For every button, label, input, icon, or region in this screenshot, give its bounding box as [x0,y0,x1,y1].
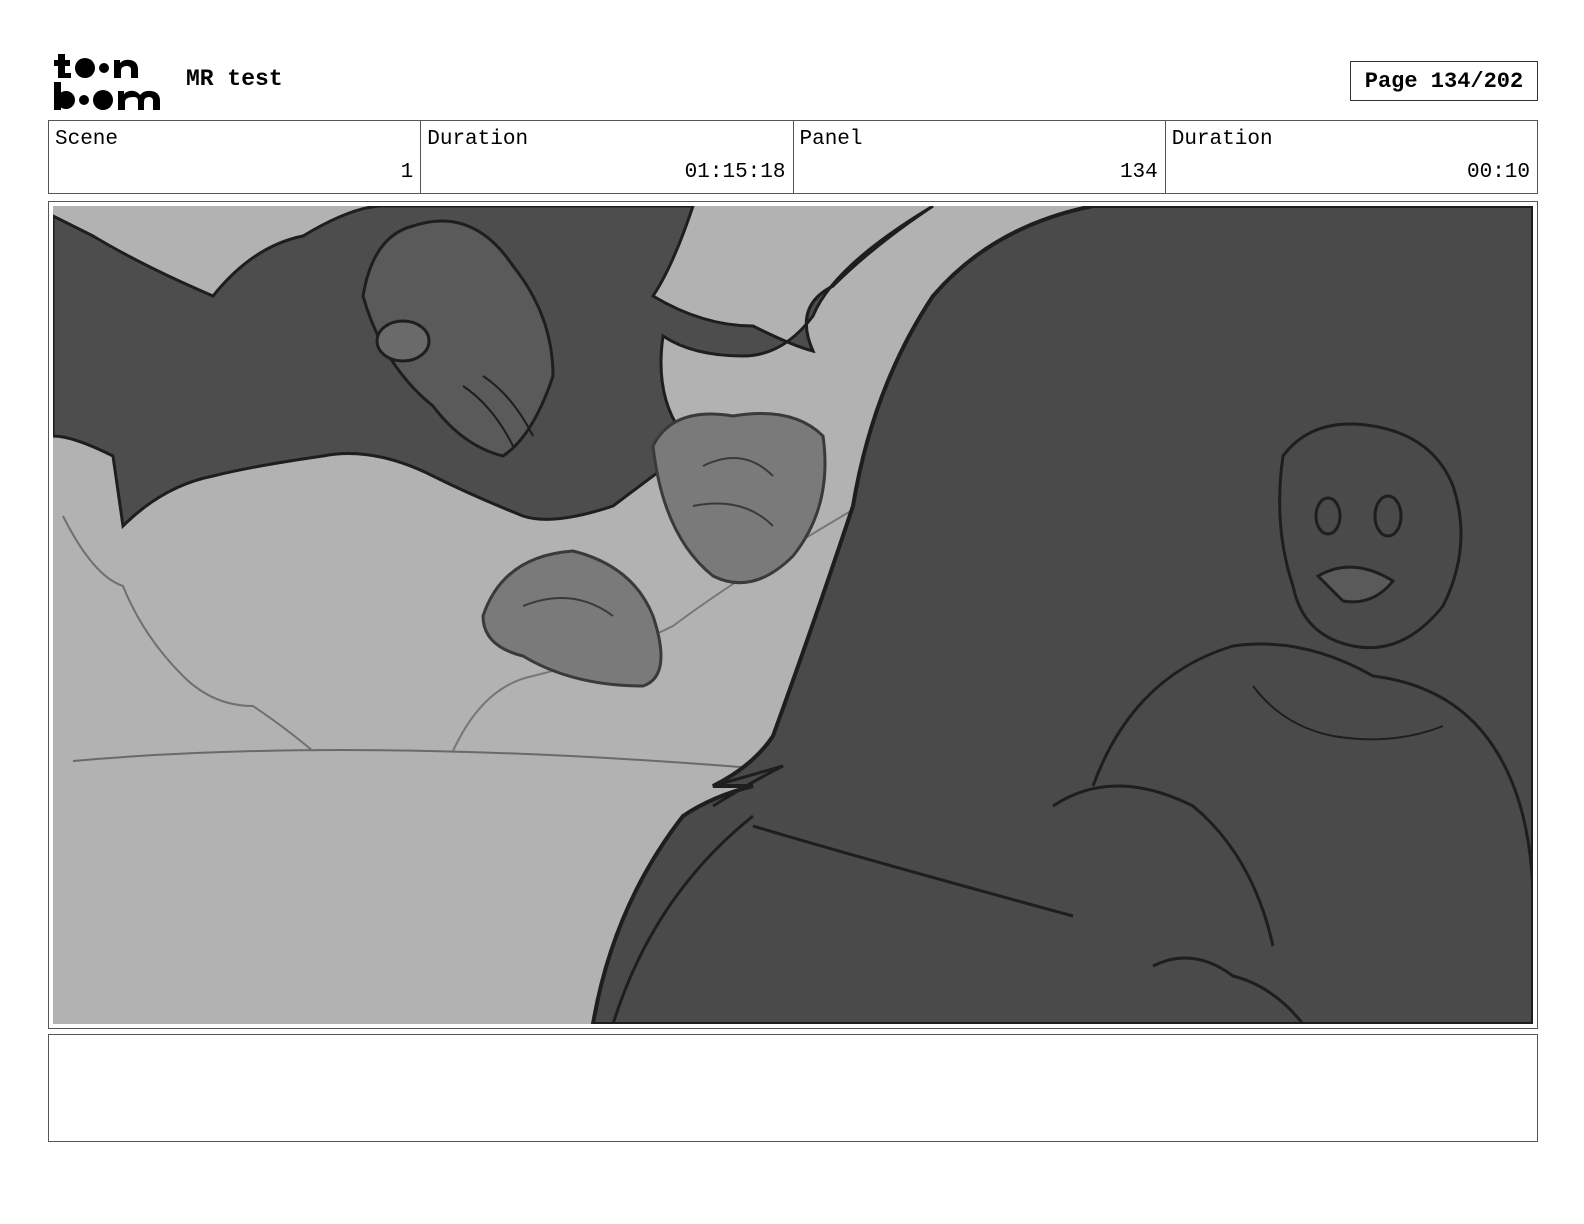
panel-image-frame [48,201,1538,1029]
page-indicator: Page 134/202 [1350,61,1538,101]
panel-label: Panel [799,128,863,151]
scene-duration-value: 01:15:18 [684,161,786,184]
panel-info-row: Scene 1 Duration 01:15:18 Panel 134 Dura… [48,120,1538,194]
panel-duration-label: Duration [1171,128,1273,151]
panel-cell: Panel 134 [794,121,1166,193]
scene-label: Scene [55,128,119,151]
scene-duration-label: Duration [427,128,529,151]
project-title: MR test [186,66,283,92]
scene-duration-cell: Duration 01:15:18 [421,121,794,193]
storyboard-sketch [53,206,1533,1024]
panel-duration-value: 00:10 [1466,161,1530,184]
panel-notes-box [48,1034,1538,1142]
panel-duration-cell: Duration 00:10 [1166,121,1537,193]
toon-boom-logo [54,54,160,110]
scene-cell: Scene 1 [49,121,422,193]
panel-value: 134 [1119,161,1158,184]
scene-value: 1 [400,161,414,184]
